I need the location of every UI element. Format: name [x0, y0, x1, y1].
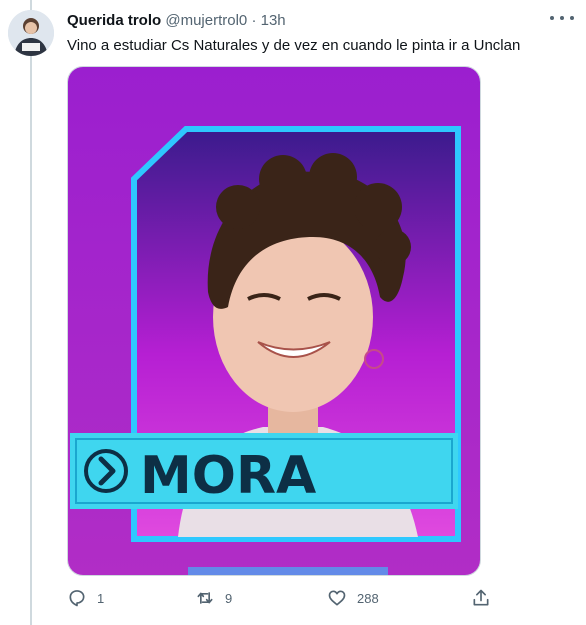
reply-icon [69, 590, 85, 607]
share-icon [473, 589, 489, 606]
reply-count: 1 [97, 590, 105, 606]
tweet-text: Vino a estudiar Cs Naturales y de vez en… [67, 37, 521, 54]
like-button[interactable]: 288 [327, 588, 379, 608]
avatar[interactable] [8, 10, 54, 56]
timestamp[interactable]: 13h [261, 12, 286, 29]
display-name[interactable]: Querida trolo [67, 12, 161, 29]
user-handle[interactable]: @mujertrol0 [165, 12, 247, 29]
retweet-icon [197, 592, 213, 604]
like-count: 288 [357, 590, 379, 606]
share-button[interactable] [471, 588, 491, 608]
avatar-image [8, 10, 54, 56]
reply-button[interactable]: 1 [67, 588, 104, 608]
retweet-button[interactable]: 9 [195, 588, 232, 608]
tweet-actions: 1 9 288 [0, 588, 586, 610]
separator-dot: · [251, 12, 257, 29]
tweet-header: Querida trolo @mujertrol0 · 13h [67, 12, 286, 29]
card-name: MORA [140, 446, 316, 506]
media-image: MORA [68, 67, 480, 575]
heart-icon [328, 590, 346, 606]
thread-line [30, 0, 32, 625]
tweet-media[interactable]: MORA [67, 66, 481, 576]
retweet-count: 9 [225, 590, 233, 606]
more-icon[interactable] [550, 10, 574, 26]
